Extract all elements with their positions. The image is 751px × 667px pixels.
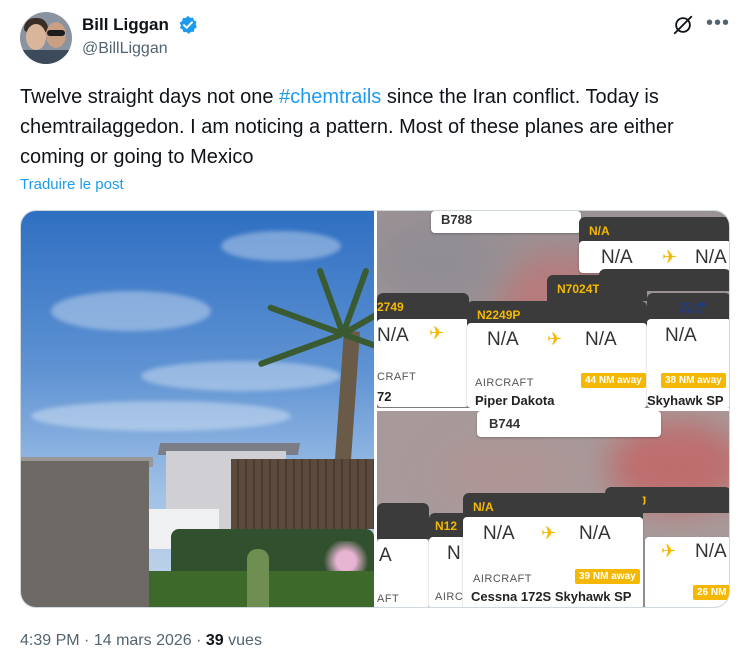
author-handle[interactable]: @BillLiggan	[82, 40, 168, 58]
origin: A	[379, 545, 392, 566]
aircraft-label: CRAFT	[377, 371, 417, 383]
aircraft-model: Cessna 172S Skyhawk SP	[471, 589, 632, 604]
callsign: N/A	[473, 500, 494, 514]
origin: N/A	[601, 247, 633, 268]
post-text: Twelve straight days not one #chemtrails…	[20, 82, 710, 172]
plane-icon: ✈	[547, 329, 563, 349]
callsign: N12	[435, 519, 458, 533]
aircraft-model: Piper Dakota	[475, 393, 555, 408]
callsign: N/A	[589, 224, 610, 238]
origin: N/A	[665, 325, 697, 346]
aircraft-label: AFT	[377, 593, 400, 605]
flight-tracker-screenshot[interactable]: B744 7J A AFT N12 N AIRC N/A N/A ✈ N/A A…	[377, 411, 729, 607]
plane-icon: ✈	[541, 523, 557, 543]
more-options-icon[interactable]: •••	[706, 12, 730, 35]
distance-badge: 38 NM away	[661, 373, 726, 388]
origin: N/A	[483, 523, 515, 544]
separator: ·	[84, 632, 90, 649]
media-grid: B788 N/A N/A ✈ N/A N7024T 2749 N/A ✈ CRA…	[20, 210, 730, 608]
origin: N/A	[487, 329, 519, 350]
destination: N/A	[695, 247, 727, 268]
origin: N/A	[377, 325, 409, 346]
callsign: N2249P	[477, 308, 521, 322]
destination: N/A	[585, 329, 617, 350]
aircraft-label: AIRC	[435, 591, 464, 603]
aircraft-label: AIRCRAFT	[473, 573, 532, 585]
civil-air-patrol-logo: CIVIL AIR PATROL	[679, 303, 707, 315]
views-count: 39	[205, 632, 224, 649]
origin: N	[447, 543, 461, 564]
sky-photo[interactable]	[21, 211, 374, 607]
flight-tracker-screenshot[interactable]: B788 N/A N/A ✈ N/A N7024T 2749 N/A ✈ CRA…	[377, 211, 729, 408]
destination: N/A	[579, 523, 611, 544]
views-label: vues	[228, 632, 262, 649]
plane-icon: ✈	[662, 247, 678, 267]
plane-icon: ✈	[429, 323, 445, 343]
distance-badge: 26 NM	[693, 585, 729, 600]
destination: N/A	[695, 541, 727, 562]
hashtag-link[interactable]: #chemtrails	[279, 86, 381, 108]
aircraft-model: 72	[377, 389, 392, 404]
aircraft-model: Skyhawk SP	[647, 393, 724, 408]
grok-icon[interactable]	[672, 14, 694, 36]
distance-badge: 39 NM away	[575, 569, 640, 584]
avatar[interactable]	[20, 12, 72, 64]
aircraft-type-chip: B744	[489, 416, 521, 431]
translate-post-link[interactable]: Traduire le post	[20, 176, 124, 193]
post-date[interactable]: 14 mars 2026	[94, 632, 192, 649]
tweet: Bill Liggan @BillLiggan ••• Twelve strai…	[0, 0, 751, 667]
separator: ·	[196, 632, 202, 649]
callsign: N7024T	[557, 282, 600, 296]
distance-badge: 44 NM away	[581, 373, 646, 388]
verified-badge-icon	[179, 15, 197, 34]
aircraft-type-chip: B788	[441, 212, 473, 227]
post-metadata: 4:39 PM · 14 mars 2026 · 39 vues	[20, 632, 262, 650]
callsign: 2749	[377, 300, 404, 314]
post-time[interactable]: 4:39 PM	[20, 632, 80, 649]
author-name[interactable]: Bill Liggan	[82, 15, 169, 35]
aircraft-label: AIRCRAFT	[475, 377, 534, 389]
post-text-part: Twelve straight days not one	[20, 86, 280, 108]
plane-icon: ✈	[661, 541, 677, 561]
